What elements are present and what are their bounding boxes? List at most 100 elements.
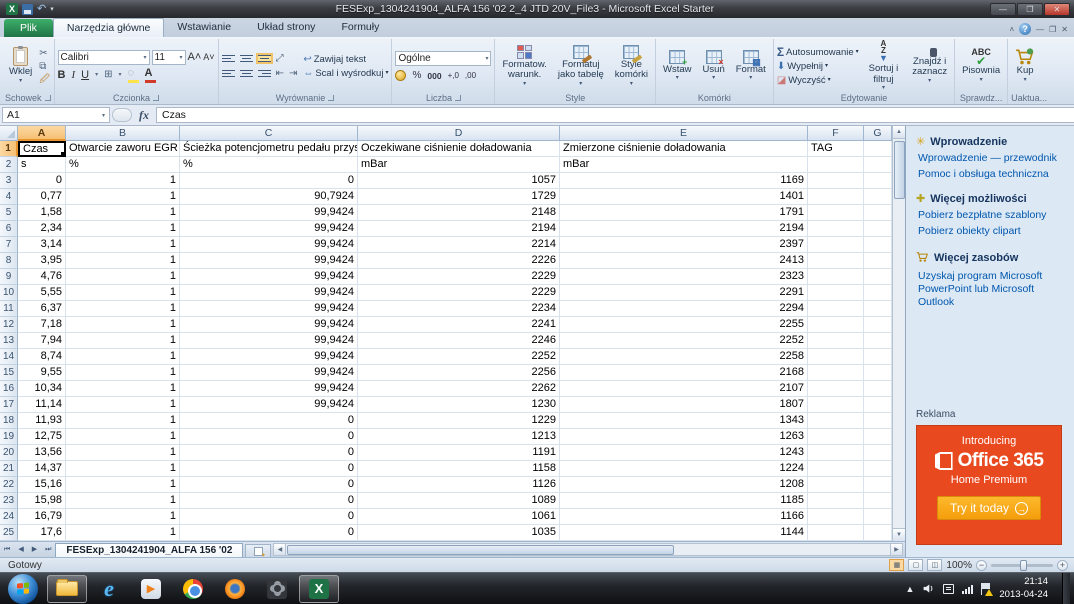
row-header-13[interactable]: 13: [0, 333, 18, 349]
cell-D22[interactable]: 1126: [358, 477, 560, 493]
cell-C5[interactable]: 99,9424: [180, 205, 358, 221]
align-left-icon[interactable]: [222, 70, 235, 77]
minimize-button[interactable]: —: [990, 3, 1016, 16]
excel-app-icon[interactable]: X: [6, 3, 18, 15]
row-header-20[interactable]: 20: [0, 445, 18, 461]
next-sheet-icon[interactable]: ▶: [28, 542, 41, 557]
row-header-25[interactable]: 25: [0, 525, 18, 541]
column-header-E[interactable]: E: [560, 126, 808, 141]
column-header-B[interactable]: B: [66, 126, 180, 141]
cell-F22[interactable]: [808, 477, 864, 493]
cell-D11[interactable]: 2234: [358, 301, 560, 317]
row-header-17[interactable]: 17: [0, 397, 18, 413]
cell-D23[interactable]: 1089: [358, 493, 560, 509]
select-all-corner[interactable]: [0, 126, 18, 141]
cell-C22[interactable]: 0: [180, 477, 358, 493]
taskbar-firefox-button[interactable]: [215, 575, 255, 603]
taskbar-utility-button[interactable]: [257, 575, 297, 603]
tab-narzędzia-główne[interactable]: Narzędzia główne: [53, 18, 164, 37]
grow-font-icon[interactable]: A˄: [188, 52, 202, 63]
cell-G1[interactable]: [864, 141, 892, 157]
cell-D12[interactable]: 2241: [358, 317, 560, 333]
cell-B11[interactable]: 1: [66, 301, 180, 317]
cell-A16[interactable]: 10,34: [18, 381, 66, 397]
find-select-button[interactable]: Znajdź i zaznacz▾: [908, 48, 951, 84]
cell-C6[interactable]: 99,9424: [180, 221, 358, 237]
cell-A18[interactable]: 11,93: [18, 413, 66, 429]
try-it-today-button[interactable]: Try it today →: [937, 496, 1041, 520]
cell-E22[interactable]: 1208: [560, 477, 808, 493]
increase-decimal-icon[interactable]: +,0: [448, 72, 459, 80]
cell-G9[interactable]: [864, 269, 892, 285]
row-header-12[interactable]: 12: [0, 317, 18, 333]
number-format-combo[interactable]: Ogólne▾: [395, 51, 491, 66]
cell-C7[interactable]: 99,9424: [180, 237, 358, 253]
formula-input[interactable]: Czas: [156, 107, 1074, 123]
cell-E17[interactable]: 1807: [560, 397, 808, 413]
qat-customize-arrow-icon[interactable]: ▾: [50, 5, 54, 13]
taskpane-link[interactable]: Wprowadzenie — przewodnik: [918, 152, 1066, 165]
cell-C11[interactable]: 99,9424: [180, 301, 358, 317]
cell-A17[interactable]: 11,14: [18, 397, 66, 413]
decrease-decimal-icon[interactable]: ,00: [465, 72, 476, 80]
column-header-F[interactable]: F: [808, 126, 864, 141]
spelling-button[interactable]: ABC✔ Pisownia▾: [958, 48, 1004, 83]
workbook-minimize-icon[interactable]: —: [1036, 25, 1044, 34]
cell-A6[interactable]: 2,34: [18, 221, 66, 237]
cell-D14[interactable]: 2252: [358, 349, 560, 365]
cell-A24[interactable]: 16,79: [18, 509, 66, 525]
start-button[interactable]: [8, 574, 38, 604]
taskbar-ie-button[interactable]: e: [89, 575, 129, 603]
sheet-tab-active[interactable]: FESExp_1304241904_ALFA 156 '02: [55, 543, 243, 558]
cell-G25[interactable]: [864, 525, 892, 541]
cell-F3[interactable]: [808, 173, 864, 189]
cell-C23[interactable]: 0: [180, 493, 358, 509]
cell-C8[interactable]: 99,9424: [180, 253, 358, 269]
cell-D13[interactable]: 2246: [358, 333, 560, 349]
row-header-24[interactable]: 24: [0, 509, 18, 525]
cell-G13[interactable]: [864, 333, 892, 349]
row-header-1[interactable]: 1: [0, 141, 18, 157]
show-desktop-button[interactable]: [1062, 573, 1070, 604]
cell-F12[interactable]: [808, 317, 864, 333]
cell-B24[interactable]: 1: [66, 509, 180, 525]
cell-A3[interactable]: 0: [18, 173, 66, 189]
cell-G24[interactable]: [864, 509, 892, 525]
cell-E15[interactable]: 2168: [560, 365, 808, 381]
cell-F25[interactable]: [808, 525, 864, 541]
cell-C15[interactable]: 99,9424: [180, 365, 358, 381]
cell-G10[interactable]: [864, 285, 892, 301]
cell-E12[interactable]: 2255: [560, 317, 808, 333]
cell-G16[interactable]: [864, 381, 892, 397]
paste-button[interactable]: Wklej▾: [5, 47, 36, 84]
volume-icon[interactable]: [922, 582, 935, 595]
cell-A4[interactable]: 0,77: [18, 189, 66, 205]
cell-D7[interactable]: 2214: [358, 237, 560, 253]
accounting-format-icon[interactable]: [395, 70, 406, 81]
tab-wstawianie[interactable]: Wstawianie: [164, 18, 244, 37]
cell-C4[interactable]: 90,7924: [180, 189, 358, 205]
cell-A12[interactable]: 7,18: [18, 317, 66, 333]
cell-F7[interactable]: [808, 237, 864, 253]
row-header-10[interactable]: 10: [0, 285, 18, 301]
cell-F24[interactable]: [808, 509, 864, 525]
cell-C16[interactable]: 99,9424: [180, 381, 358, 397]
row-header-11[interactable]: 11: [0, 301, 18, 317]
taskpane-link[interactable]: Pobierz bezpłatne szablony: [918, 209, 1066, 222]
cell-B20[interactable]: 1: [66, 445, 180, 461]
cell-F10[interactable]: [808, 285, 864, 301]
align-center-icon[interactable]: [240, 70, 253, 77]
scroll-down-icon[interactable]: ▼: [893, 528, 906, 541]
cut-icon[interactable]: ✂: [39, 48, 50, 59]
row-header-9[interactable]: 9: [0, 269, 18, 285]
cell-A15[interactable]: 9,55: [18, 365, 66, 381]
zoom-in-icon[interactable]: +: [1057, 560, 1068, 571]
cell-F17[interactable]: [808, 397, 864, 413]
cell-G19[interactable]: [864, 429, 892, 445]
merge-center-button[interactable]: ⇔Scal i wyśrodkuj▾: [303, 68, 388, 79]
cell-A10[interactable]: 5,55: [18, 285, 66, 301]
dialog-launcher-icon[interactable]: [328, 95, 334, 101]
cell-G14[interactable]: [864, 349, 892, 365]
cell-B13[interactable]: 1: [66, 333, 180, 349]
cell-B12[interactable]: 1: [66, 317, 180, 333]
